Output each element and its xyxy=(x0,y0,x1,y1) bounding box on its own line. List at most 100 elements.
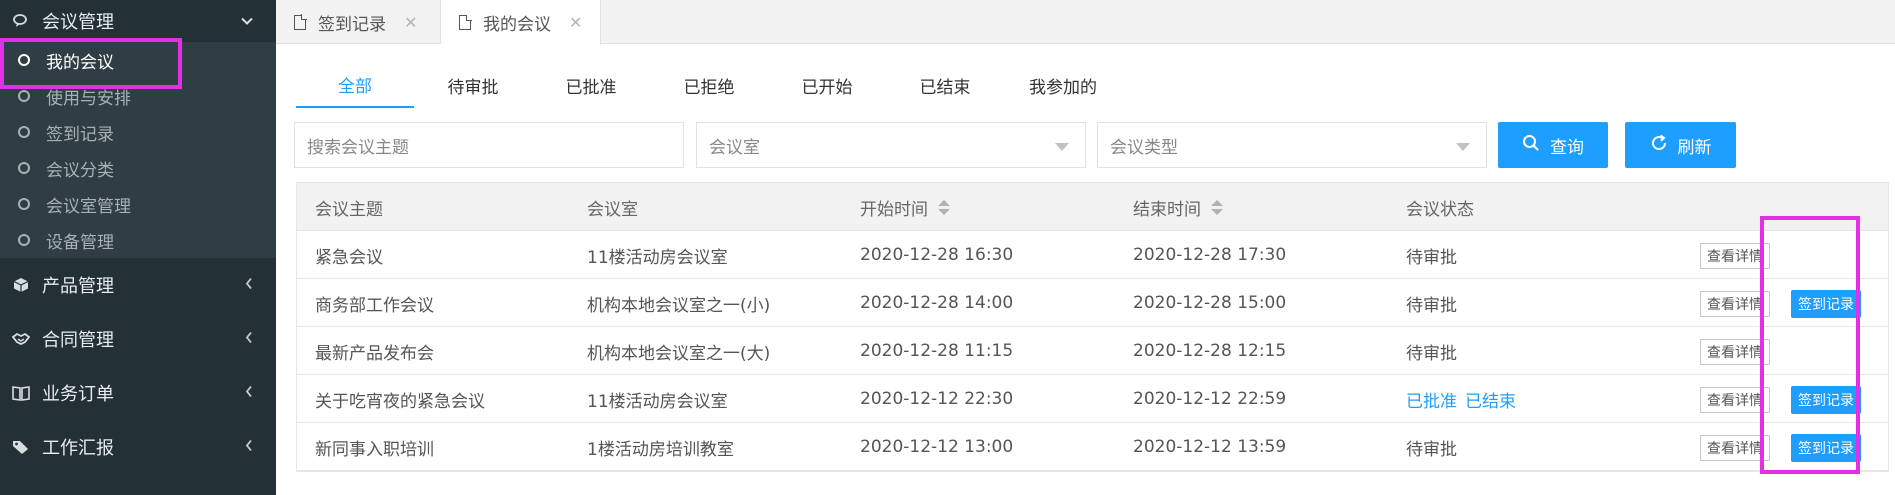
sidebar-group-reports[interactable]: 工作汇报 xyxy=(0,420,276,474)
circle-icon xyxy=(18,54,30,66)
sidebar-group-label: 工作汇报 xyxy=(42,438,114,459)
cell-status: 待审批 xyxy=(1406,343,1457,364)
filter-tab-started[interactable]: 已开始 xyxy=(768,62,886,108)
sidebar-group-label: 会议管理 xyxy=(42,12,114,33)
document-icon xyxy=(294,14,307,30)
search-icon xyxy=(1522,134,1540,157)
chevron-left-icon xyxy=(244,330,254,349)
cell-start-time: 2020-12-28 14:00 xyxy=(860,293,1014,313)
cell-topic: 紧急会议 xyxy=(315,247,383,268)
sidebar-item-label: 使用与安排 xyxy=(46,88,131,109)
sidebar-item-label: 设备管理 xyxy=(46,232,114,253)
chat-icon xyxy=(12,12,30,30)
sort-icon[interactable] xyxy=(938,199,950,215)
book-icon xyxy=(12,384,30,402)
tag-icon xyxy=(12,438,30,456)
view-details-button[interactable]: 查看详情 xyxy=(1700,387,1770,413)
sidebar: 会议管理 我的会议 使用与安排 签到记录 会议分类 会议室管理 设备管理 产品管… xyxy=(0,0,276,495)
cell-topic: 关于吃宵夜的紧急会议 xyxy=(315,391,485,412)
select-placeholder: 会议类型 xyxy=(1110,137,1178,158)
cell-topic: 商务部工作会议 xyxy=(315,295,434,316)
refresh-button-label: 刷新 xyxy=(1677,137,1712,158)
table-row: 最新产品发布会 机构本地会议室之一(大) 2020-12-28 11:15 20… xyxy=(297,327,1888,375)
filter-tab-rejected[interactable]: 已拒绝 xyxy=(650,62,768,108)
column-header-room: 会议室 xyxy=(587,199,638,220)
query-button-label: 查询 xyxy=(1550,137,1584,158)
table-row: 新同事入职培训 1楼活动房培训教室 2020-12-12 13:00 2020-… xyxy=(297,423,1888,471)
cell-status: 待审批 xyxy=(1406,247,1457,268)
cell-end-time: 2020-12-12 13:59 xyxy=(1133,437,1287,457)
sort-icon[interactable] xyxy=(1211,199,1223,215)
signin-records-button[interactable]: 签到记录 xyxy=(1791,434,1861,462)
select-placeholder: 会议室 xyxy=(709,137,760,158)
circle-icon xyxy=(18,162,30,174)
table-header: 会议主题 会议室 开始时间 结束时间 会议状态 xyxy=(297,183,1888,231)
caret-down-icon xyxy=(1055,143,1069,151)
cube-icon xyxy=(12,276,30,294)
status-approved-label: 已批准 xyxy=(1406,391,1457,412)
table-row: 紧急会议 11楼活动房会议室 2020-12-28 16:30 2020-12-… xyxy=(297,231,1888,279)
signin-records-button[interactable]: 签到记录 xyxy=(1791,290,1861,318)
filter-tab-approved[interactable]: 已批准 xyxy=(532,62,650,108)
cell-status: 待审批 xyxy=(1406,295,1457,316)
sidebar-item-usage[interactable]: 使用与安排 xyxy=(0,78,276,114)
meeting-room-select[interactable]: 会议室 xyxy=(696,122,1086,168)
meeting-topic-search-input[interactable]: 搜索会议主题 xyxy=(294,122,684,168)
meeting-type-select[interactable]: 会议类型 xyxy=(1097,122,1487,168)
chevron-left-icon xyxy=(244,384,254,403)
cell-status: 待审批 xyxy=(1406,439,1457,460)
view-details-button[interactable]: 查看详情 xyxy=(1700,243,1770,269)
column-header-start-time[interactable]: 开始时间 xyxy=(860,183,950,231)
sidebar-item-my-meetings[interactable]: 我的会议 xyxy=(0,42,276,78)
filter-tab-participated[interactable]: 我参加的 xyxy=(1004,62,1122,108)
filter-tab-all[interactable]: 全部 xyxy=(296,62,414,108)
sidebar-group-contracts[interactable]: 合同管理 xyxy=(0,312,276,366)
sidebar-item-room-management[interactable]: 会议室管理 xyxy=(0,186,276,222)
sidebar-item-categories[interactable]: 会议分类 xyxy=(0,150,276,186)
sidebar-group-label: 产品管理 xyxy=(42,276,114,297)
cell-room: 11楼活动房会议室 xyxy=(587,247,728,268)
refresh-button[interactable]: 刷新 xyxy=(1625,122,1736,168)
tab-label: 我的会议 xyxy=(483,15,551,35)
sidebar-group-meeting[interactable]: 会议管理 xyxy=(0,0,276,42)
sidebar-group-products[interactable]: 产品管理 xyxy=(0,258,276,312)
table-row: 关于吃宵夜的紧急会议 11楼活动房会议室 2020-12-12 22:30 20… xyxy=(297,375,1888,423)
cell-end-time: 2020-12-28 17:30 xyxy=(1133,245,1287,265)
cell-topic: 新同事入职培训 xyxy=(315,439,434,460)
table-row: 商务部工作会议 机构本地会议室之一(小) 2020-12-28 14:00 20… xyxy=(297,279,1888,327)
sidebar-group-label: 合同管理 xyxy=(42,330,114,351)
refresh-icon xyxy=(1650,134,1668,157)
cell-room: 11楼活动房会议室 xyxy=(587,391,728,412)
signin-records-button[interactable]: 签到记录 xyxy=(1791,386,1861,414)
cell-end-time: 2020-12-28 12:15 xyxy=(1133,341,1287,361)
status-filter-tabs: 全部 待审批 已批准 已拒绝 已开始 已结束 我参加的 xyxy=(296,62,1122,108)
circle-icon xyxy=(18,198,30,210)
view-details-button[interactable]: 查看详情 xyxy=(1700,339,1770,365)
sidebar-group-orders[interactable]: 业务订单 xyxy=(0,366,276,420)
column-header-status: 会议状态 xyxy=(1406,199,1474,220)
tab-signin-records[interactable]: 签到记录 ✕ xyxy=(276,0,441,44)
tab-label: 签到记录 xyxy=(318,14,386,35)
chevron-down-icon xyxy=(240,12,254,31)
column-header-label: 结束时间 xyxy=(1133,199,1201,220)
sidebar-group-label: 业务订单 xyxy=(42,384,114,405)
close-icon[interactable]: ✕ xyxy=(404,13,417,32)
query-button[interactable]: 查询 xyxy=(1498,122,1608,168)
sidebar-item-device-management[interactable]: 设备管理 xyxy=(0,222,276,258)
document-icon xyxy=(459,14,472,30)
view-details-button[interactable]: 查看详情 xyxy=(1700,435,1770,461)
sidebar-item-label: 我的会议 xyxy=(46,52,114,73)
close-icon[interactable]: ✕ xyxy=(569,13,582,32)
sidebar-item-signin-records[interactable]: 签到记录 xyxy=(0,114,276,150)
tab-bar: 签到记录 ✕ 我的会议 ✕ xyxy=(276,0,1895,45)
cell-room: 1楼活动房培训教室 xyxy=(587,439,734,460)
filter-tab-pending[interactable]: 待审批 xyxy=(414,62,532,108)
meetings-table: 会议主题 会议室 开始时间 结束时间 会议状态 紧急会议 11楼活动房会议室 2… xyxy=(296,182,1889,472)
cell-room: 机构本地会议室之一(小) xyxy=(587,295,771,316)
cell-end-time: 2020-12-12 22:59 xyxy=(1133,389,1287,409)
filter-tab-ended[interactable]: 已结束 xyxy=(886,62,1004,108)
cell-room: 机构本地会议室之一(大) xyxy=(587,343,771,364)
tab-my-meetings[interactable]: 我的会议 ✕ xyxy=(441,0,601,45)
view-details-button[interactable]: 查看详情 xyxy=(1700,291,1770,317)
column-header-end-time[interactable]: 结束时间 xyxy=(1133,183,1223,231)
